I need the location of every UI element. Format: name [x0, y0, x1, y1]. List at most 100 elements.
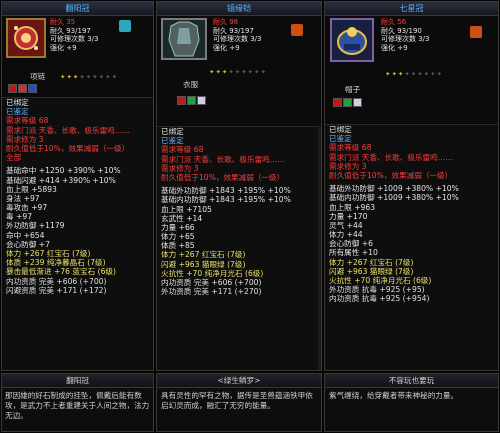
stats-list: 已绑定 已鉴定 需求等级 68 需求门派 天香、长歌、极乐雷鸣…… 需求修为 3 耐久值低… — [157, 126, 321, 370]
stat-line: 闪避资质 完美 +171 (+172) — [6, 285, 107, 295]
stat-line: 基础外功防御 +1843 +195% +10% — [161, 186, 291, 196]
stat-line: 已鉴定 — [6, 107, 29, 117]
item-card-3: 七星冠 耐久 56 耐久 93/190 可修理次数 3/3 强化 +9 帽子 ✦… — [324, 1, 499, 371]
stat-line: 已绑定 — [329, 125, 352, 134]
stat-line: 内功资质 完美 +606 (+700) — [6, 276, 107, 286]
stat-line: 需求门派 天香、长歌、极乐雷鸣…… — [6, 125, 130, 135]
item-title: 翻阳冠 — [2, 2, 153, 16]
stat-line: 火抗性 +70 纯净月光石 (6级) — [329, 276, 432, 285]
stat-line: 外功资质 抗毒 +925 (+95) — [329, 285, 425, 295]
stat-line: 耐久值低于10%，效果减弱（一级） — [6, 143, 130, 153]
stat-line: 血上限 +963 — [329, 202, 376, 212]
stat-line: 已绑定 — [161, 127, 184, 136]
crown-icon[interactable] — [6, 18, 46, 58]
stat-line: 耐久值低于10%，效果减弱（一级） — [161, 172, 285, 182]
item-type: 衣服 — [183, 80, 199, 89]
info-line: 耐久 93/197 — [213, 26, 254, 35]
info-line: 耐久 93/197 — [50, 26, 91, 35]
stat-line: 命中 +654 — [6, 230, 45, 240]
desc-title: 不容玩也要玩 — [325, 374, 498, 388]
item-type: 项链 — [30, 72, 46, 81]
stat-line: 基础命中 +1250 +390% +10% — [6, 166, 121, 176]
stat-line: 火抗性 +70 纯净月光石 (6级) — [161, 268, 264, 278]
stats-list: 已绑定 已鉴定 需求等级 68 需求门派 天香、长歌、极乐雷鸣…… 需求修为 3 耐久值低… — [325, 124, 498, 370]
desc-text: 具有灵性的罕有之物，据传是圣兽蕴涵铁甲依启幻灵而成，融汇了无穷的能量。 — [161, 391, 313, 410]
stat-line: 基础内功防御 +1009 +380% +10% — [329, 193, 459, 203]
info-line: 可修理次数 3/3 — [381, 35, 430, 43]
ruby-gem-icon — [18, 84, 27, 93]
stat-line: 需求等级 68 — [6, 116, 49, 126]
stat-line: 体力 +44 — [329, 230, 363, 240]
info-line: 耐久 35 — [50, 18, 76, 26]
info-line: 强化 +9 — [213, 43, 240, 52]
stat-line: 毒 +97 — [6, 212, 33, 222]
stat-line: 需求修为 3 — [329, 161, 367, 171]
stat-line: 外功资质 完美 +171 (+270) — [161, 287, 262, 297]
flame-badge-icon — [291, 24, 303, 36]
moonstone-gem-icon — [197, 96, 206, 105]
stat-line: 闪避 +963 猫眼绿 (7级) — [161, 259, 246, 269]
ruby-gem-icon — [333, 98, 342, 107]
stat-line: 体力 +267 红宝石 (7级) — [329, 257, 414, 267]
stat-line: 需求修为 3 — [6, 134, 44, 144]
gem-slots — [333, 98, 362, 107]
stat-line: 基础内功防御 +1843 +195% +10% — [161, 195, 291, 205]
stat-line: 需求修为 3 — [161, 163, 199, 173]
stat-line: 需求门派 天香、长歌、极乐雷鸣…… — [329, 152, 453, 162]
gem-slots — [177, 96, 206, 105]
stat-line: 需求等级 68 — [161, 145, 204, 155]
stat-line: 玄武性 +14 — [161, 213, 203, 223]
stat-line: 力量 +66 — [161, 222, 195, 232]
stat-line: 耐久值低于10%，效果减弱（一级） — [329, 170, 453, 180]
stat-line: 会心防御 +6 — [329, 239, 373, 249]
info-line: 强化 +9 — [381, 43, 408, 52]
stat-line: 基础外功防御 +1009 +380% +10% — [329, 184, 459, 194]
stat-line: 已鉴定 — [161, 136, 184, 146]
star-rating: ✦✦✦✦✦✦✦✦✦ — [209, 68, 268, 76]
star-rating: ✦✦✦✦✦✦✦✦✦ — [385, 70, 444, 78]
stat-line: 基础闪避 +414 +390% +10% — [6, 175, 116, 185]
stat-line: 内功资质 抗毒 +925 (+954) — [329, 294, 430, 304]
star-rating: ✦✦✦✦✦✦✦✦✦ — [60, 73, 119, 81]
emerald-gem-icon — [187, 96, 196, 105]
bind-badge-icon — [119, 20, 131, 32]
info-line: 强化 +9 — [50, 43, 77, 52]
stat-line: 力量 +170 — [329, 211, 368, 221]
stat-line: 体质 +239 纯净暮晶石 (7级) — [6, 258, 106, 268]
stat-line: 所有属性 +10 — [329, 248, 378, 258]
sapphire-gem-icon — [28, 84, 37, 93]
stats-list: 已绑定 已鉴定 需求等级 68 需求门派 天香、长歌、极乐雷鸣…… 需求修为 3 耐久值低… — [2, 97, 153, 370]
info-line: 可修理次数 3/3 — [213, 35, 262, 43]
stat-line: 外功防御 +1179 — [6, 221, 65, 231]
item-title: 七星冠 — [325, 2, 498, 16]
stat-line: 体质 +85 — [161, 241, 195, 251]
stat-line: 已绑定 — [6, 98, 29, 107]
item-card-1: 翻阳冠 耐久 35 耐久 93/197 可修理次数 3/3 强化 +9 项链 ✦… — [1, 1, 154, 371]
stat-line: 闪避 +963 猫眼绿 (7级) — [329, 266, 414, 276]
scrollbar[interactable] — [318, 126, 321, 370]
desc-panel-1: 翻阳冠 那因雄的好石制成的挂坠，佩戴后能有数攻，是武力不上者重建关于人间之物，法… — [1, 373, 154, 432]
helmet-icon[interactable] — [330, 18, 374, 62]
stat-line: 需求门派 天香、长歌、极乐雷鸣…… — [161, 154, 285, 164]
moonstone-gem-icon — [353, 98, 362, 107]
stat-line: 体力 +267 红宝石 (7级) — [6, 249, 91, 258]
ruby-gem-icon — [8, 84, 17, 93]
desc-panel-3: 不容玩也要玩 紫气缠绕，给穿戴者带来神秘的力量。 — [324, 373, 499, 432]
ruby-gem-icon — [177, 96, 186, 105]
desc-title: 翻阳冠 — [2, 374, 153, 388]
flame-badge-icon — [470, 26, 482, 38]
stat-line: 需求等级 68 — [329, 143, 372, 153]
stat-line: 内功资质 完美 +606 (+700) — [161, 278, 262, 287]
desc-title: <绿生鳞罗> — [157, 374, 321, 388]
armor-icon[interactable] — [161, 18, 207, 60]
stat-line: 血上限 +7105 — [161, 204, 212, 214]
stat-line: 暴击最低渐进 +76 蓝宝石 (6级) — [6, 267, 116, 277]
desc-text: 紫气缠绕，给穿戴者带来神秘的力量。 — [329, 391, 459, 400]
desc-panel-2: <绿生鳞罗> 具有灵性的罕有之物，据传是圣兽蕴涵铁甲依启幻灵而成，融汇了无穷的能… — [156, 373, 322, 432]
info-line: 耐久 56 — [381, 18, 407, 26]
item-type: 帽子 — [345, 85, 361, 94]
info-line: 耐久 98 — [213, 18, 239, 26]
gem-slots — [8, 84, 37, 93]
desc-text: 那因雄的好石制成的挂坠，佩戴后能有数攻，是武力不上者重建关于人间之物，法力无边。 — [5, 391, 150, 420]
stat-line: 灵气 +44 — [329, 220, 363, 230]
